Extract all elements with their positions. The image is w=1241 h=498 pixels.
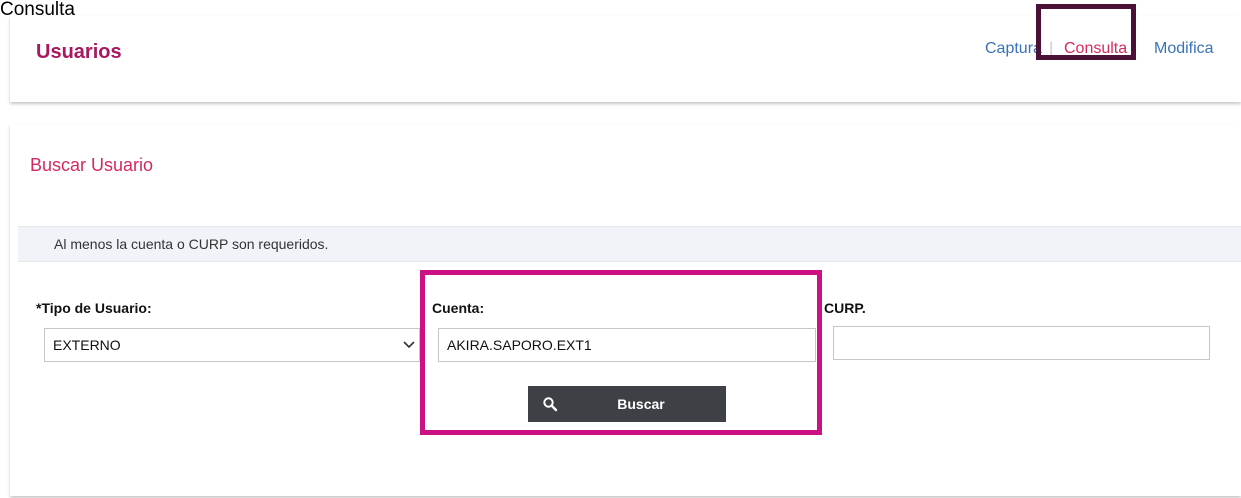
search-panel: Buscar Usuario Al menos la cuenta o CURP… bbox=[10, 124, 1241, 496]
curp-label: CURP. bbox=[824, 300, 866, 316]
cuenta-highlight-box bbox=[420, 270, 822, 435]
info-message: Al menos la cuenta o CURP son requeridos… bbox=[54, 236, 329, 252]
curp-input[interactable] bbox=[833, 326, 1210, 360]
tipo-usuario-label: *Tipo de Usuario: bbox=[36, 300, 152, 316]
info-banner: Al menos la cuenta o CURP son requeridos… bbox=[18, 226, 1241, 262]
chevron-down-icon bbox=[403, 341, 415, 349]
consulta-highlight-box bbox=[1036, 4, 1136, 60]
tipo-usuario-value: EXTERNO bbox=[53, 337, 121, 353]
tipo-usuario-select[interactable]: EXTERNO bbox=[44, 328, 420, 362]
nav-link-captura[interactable]: Captura bbox=[985, 40, 1042, 58]
section-title: Buscar Usuario bbox=[30, 155, 154, 175]
nav-link-modifica[interactable]: Modifica bbox=[1154, 40, 1214, 58]
page-title: Usuarios bbox=[36, 41, 122, 63]
